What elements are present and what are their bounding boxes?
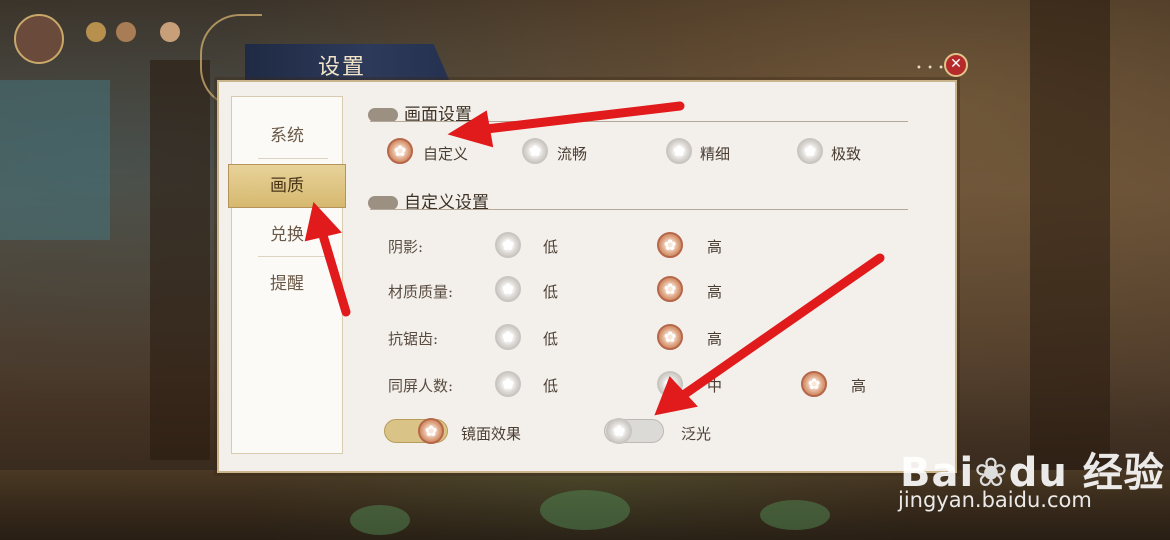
texture-quality-label: 材质质量:	[388, 283, 454, 301]
hud-icon[interactable]	[160, 22, 180, 42]
hud-icon[interactable]	[116, 22, 136, 42]
texture-low-radio[interactable]: ✿	[495, 276, 521, 302]
player-count-low-label[interactable]: 低	[543, 375, 558, 396]
section-marker	[368, 108, 398, 122]
shadow-high-radio[interactable]: ✿	[657, 232, 683, 258]
window-title: 设置	[318, 55, 367, 80]
section-marker	[368, 196, 398, 210]
background-pillar	[1030, 0, 1110, 470]
sidebar-divider	[258, 256, 328, 257]
hud-icon[interactable]	[86, 22, 106, 42]
preset-fine-radio[interactable]: ✿	[666, 138, 692, 164]
preset-smooth-label[interactable]: 流畅	[557, 143, 587, 164]
shadow-label: 阴影:	[388, 238, 424, 256]
close-icon[interactable]: ✕	[944, 53, 968, 77]
player-count-medium-radio[interactable]: ✿	[657, 371, 683, 397]
player-count-low-radio[interactable]: ✿	[495, 371, 521, 397]
anti-aliasing-low-label[interactable]: 低	[543, 328, 558, 349]
shadow-low-label[interactable]: 低	[543, 236, 558, 257]
texture-high-radio[interactable]: ✿	[657, 276, 683, 302]
avatar[interactable]	[14, 14, 64, 64]
preset-ultra-radio[interactable]: ✿	[797, 138, 823, 164]
section-divider	[370, 121, 908, 122]
player-count-high-radio[interactable]: ✿	[801, 371, 827, 397]
background-lotus	[760, 500, 830, 530]
preset-smooth-radio[interactable]: ✿	[522, 138, 548, 164]
anti-aliasing-high-label[interactable]: 高	[707, 328, 722, 349]
sidebar-item-system[interactable]: 系统	[231, 116, 343, 156]
sidebar-divider	[258, 158, 328, 159]
texture-high-label[interactable]: 高	[707, 281, 722, 302]
sidebar-item-reminder[interactable]: 提醒	[231, 264, 343, 304]
background-pillar	[150, 60, 210, 460]
mirror-effect-label[interactable]: 镜面效果	[461, 423, 521, 444]
texture-low-label[interactable]: 低	[543, 281, 558, 302]
background-pillar	[0, 80, 110, 240]
bloom-knob: ✿	[606, 418, 632, 444]
anti-aliasing-high-radio[interactable]: ✿	[657, 324, 683, 350]
sidebar-item-redeem[interactable]: 兑换	[231, 215, 343, 255]
preset-ultra-label[interactable]: 极致	[831, 143, 861, 164]
shadow-low-radio[interactable]: ✿	[495, 232, 521, 258]
anti-aliasing-low-radio[interactable]: ✿	[495, 324, 521, 350]
preset-custom-label[interactable]: 自定义	[423, 143, 468, 164]
sidebar-item-graphics[interactable]: 画质	[228, 164, 346, 208]
baidu-watermark-url: jingyan.baidu.com	[898, 488, 1092, 512]
mirror-effect-knob: ✿	[418, 418, 444, 444]
custom-section-title: 自定义设置	[404, 193, 489, 213]
screen-player-count-label: 同屏人数:	[388, 377, 454, 395]
preset-section-title: 画面设置	[404, 105, 472, 125]
shadow-high-label[interactable]: 高	[707, 236, 722, 257]
background-lotus	[540, 490, 630, 530]
bloom-label[interactable]: 泛光	[681, 423, 711, 444]
preset-custom-radio[interactable]: ✿	[387, 138, 413, 164]
player-count-high-label[interactable]: 高	[851, 375, 866, 396]
background-lotus	[350, 505, 410, 535]
section-divider	[370, 209, 908, 210]
preset-fine-label[interactable]: 精细	[700, 143, 730, 164]
anti-aliasing-label: 抗锯齿:	[388, 330, 439, 348]
player-count-medium-label[interactable]: 中	[707, 375, 722, 396]
